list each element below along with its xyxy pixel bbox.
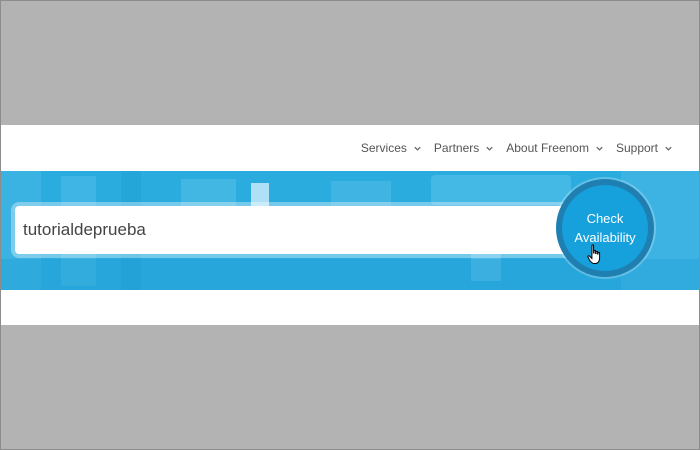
nav-item-services[interactable]: Services — [361, 141, 422, 155]
nav-label: Services — [360, 141, 407, 155]
top-navigation: Services Partners About Freenom Support — [1, 125, 699, 171]
nav-item-partners[interactable]: Partners — [434, 141, 494, 155]
chevron-down-icon — [596, 146, 603, 151]
check-availability-button[interactable]: Check Availability — [562, 185, 648, 271]
check-button-line1: Check — [586, 211, 624, 226]
nav-item-support[interactable]: Support — [616, 141, 673, 155]
chevron-down-icon — [486, 146, 493, 151]
check-button-line2: Availability — [574, 230, 636, 245]
freenom-page: Services Partners About Freenom Support — [1, 125, 699, 325]
nav-label: Support — [615, 141, 658, 155]
nav-label: About Freenom — [506, 141, 589, 155]
nav-item-about-freenom[interactable]: About Freenom — [506, 141, 604, 155]
domain-search-hero: tutorialdeprueba Check Availability — [1, 171, 699, 290]
search-input-value: tutorialdeprueba — [23, 220, 146, 239]
nav-label: Partners — [433, 141, 480, 155]
domain-search-input[interactable]: tutorialdeprueba — [15, 206, 585, 254]
chevron-down-icon — [665, 146, 672, 151]
chevron-down-icon — [414, 146, 421, 151]
hand-cursor-icon — [587, 244, 601, 264]
